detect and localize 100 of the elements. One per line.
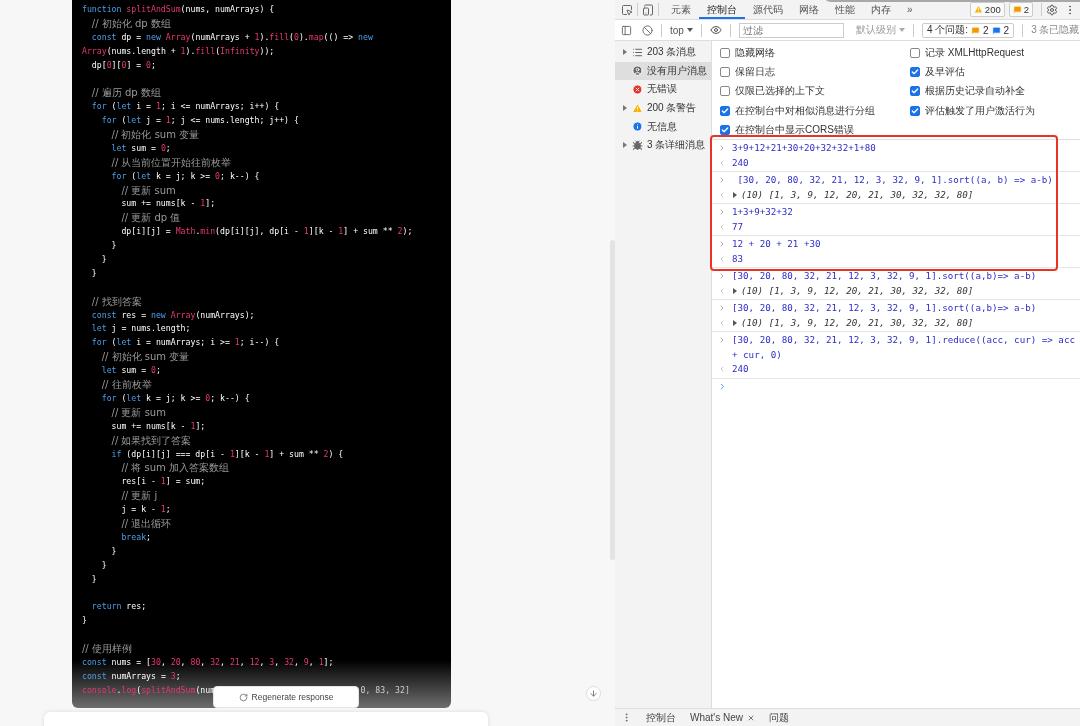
settings-icon[interactable] — [1046, 3, 1058, 16]
checkbox[interactable] — [720, 67, 730, 78]
issue-icon — [971, 25, 981, 35]
code-line: for (let k = j; k >= 0; k--) { — [101, 391, 250, 405]
devtools-tab[interactable]: 源代码 — [745, 0, 791, 19]
console-result: 83 — [732, 251, 744, 266]
result-icon — [718, 254, 726, 263]
code-comment: // 将 sum 加入答案数组 — [121, 461, 229, 476]
device-icon[interactable] — [642, 3, 654, 16]
code-comment: // 更新 j — [121, 489, 158, 504]
code-line: let sum = 0; — [101, 364, 161, 378]
console-result[interactable]: (10) [1, 3, 9, 12, 20, 21, 30, 32, 32, 80] — [732, 315, 974, 330]
console-result: 240 — [732, 362, 749, 376]
code-line: dp[i][j] = Math.min(dp[i][j], dp[i - 1][k - 1] + sum ** 2); — [121, 225, 413, 239]
checkbox[interactable] — [910, 86, 920, 97]
devtools-tab[interactable]: 元素 — [663, 0, 699, 19]
checkbox[interactable] — [910, 105, 920, 116]
hidden-count: 3 条已隐藏 — [1031, 23, 1080, 37]
devtools-tab[interactable]: 性能 — [827, 0, 863, 19]
code-line: } — [91, 572, 97, 586]
code-line: } — [101, 558, 107, 572]
code-line: for (let i = numArrays; i >= 1; i--) { — [91, 336, 280, 350]
expand-icon[interactable] — [732, 287, 738, 294]
expand-icon[interactable] — [732, 191, 738, 198]
result-icon — [718, 158, 726, 167]
expand-icon[interactable] — [732, 319, 738, 326]
refresh-icon — [238, 692, 248, 702]
sidebar-item[interactable]: 203 条消息 — [615, 43, 711, 62]
code-line: sum += nums[k - 1]; — [121, 197, 216, 211]
expand-icon — [622, 142, 628, 149]
code-line: const numArrays = 3; — [82, 669, 181, 683]
filter-field[interactable]: 过滤 — [738, 22, 844, 38]
context-select[interactable]: top — [670, 24, 693, 36]
sidebar-item[interactable]: 无信息 — [615, 117, 711, 136]
checkbox[interactable] — [720, 47, 730, 58]
console-result[interactable]: (10) [1, 3, 9, 12, 20, 21, 30, 32, 32, 80] — [732, 187, 974, 202]
issue-icon — [1012, 5, 1022, 14]
message-icon — [991, 25, 1001, 35]
close-icon[interactable] — [747, 713, 756, 722]
result-icon — [718, 365, 726, 373]
clear-console-icon[interactable] — [642, 24, 653, 36]
code-line: const res = new Array(numArrays); — [91, 308, 255, 322]
console-command: [30, 20, 80, 32, 21, 12, 3, 32, 9, 1].reduce((acc, cur) => acc + cur, 0) — [732, 333, 1076, 362]
eye-icon[interactable] — [709, 24, 722, 36]
issues-button[interactable]: 4 个问题: 2 2 — [921, 22, 1015, 38]
drawer-tab[interactable]: 控制台 — [646, 710, 676, 725]
code-comment: // 初始化 sum 变量 — [111, 128, 200, 142]
input-prompt-icon — [718, 272, 726, 280]
code-line: const dp = new Array(numArrays + 1).fill(0).map(() => new — [91, 30, 373, 44]
sidebar-item[interactable]: 3 条详细消息 — [615, 135, 711, 155]
code-comment: // 遍历 dp 数组 — [91, 86, 161, 101]
regenerate-button[interactable]: Regenerate response — [213, 686, 359, 708]
sidebar-item[interactable]: 200 条警告 — [615, 98, 711, 118]
code-line: for (let k = j; k >= 0; k--) { — [111, 169, 260, 183]
list-icon — [632, 46, 643, 58]
scroll-down-button[interactable] — [586, 686, 601, 701]
console-command: [30, 20, 80, 32, 21, 12, 3, 32, 9, 1].sort((a,b)=> a-b) — [732, 301, 1038, 315]
code-line: for (let i = 1; i <= numArrays; i++) { — [91, 100, 280, 114]
checkbox[interactable] — [910, 47, 920, 58]
code-line: } — [111, 239, 117, 253]
input-prompt-icon — [718, 208, 726, 216]
setting-label: 根据历史记录自动补全 — [925, 84, 1025, 99]
warning-icon — [632, 102, 643, 114]
console-command: 3+9+12+21+30+20+32+32+1+80 — [732, 141, 877, 155]
sidebar-toggle-icon[interactable] — [621, 24, 632, 36]
code-comment: // 更新 sum — [111, 405, 166, 420]
code-comment: // 从当前位置开始往前枚举 — [111, 155, 232, 170]
setting-label: 保留日志 — [735, 65, 775, 80]
inspect-icon[interactable] — [621, 3, 633, 16]
checkbox[interactable] — [720, 86, 730, 97]
code-line: for (let j = 1; j <= nums.length; j++) { — [101, 114, 299, 128]
setting-label: 隐藏网络 — [735, 45, 775, 60]
drawer-tab[interactable]: What's New — [690, 712, 756, 723]
setting-label: 及早评估 — [925, 65, 965, 80]
console-result[interactable]: (10) [1, 3, 9, 12, 20, 21, 30, 32, 32, 80] — [732, 283, 974, 298]
more-tabs-button[interactable]: » — [899, 0, 921, 19]
sidebar-item[interactable]: 无错误 — [615, 80, 711, 99]
devtools-tab[interactable]: 网络 — [791, 0, 827, 19]
input-prompt-icon — [718, 304, 726, 312]
warning-badge[interactable]: 200 — [969, 2, 1005, 17]
code-line: return res; — [91, 600, 147, 614]
console-command: [30, 20, 80, 32, 21, 12, 3, 32, 9, 1].sort((a, b) => a-b) — [736, 173, 1054, 187]
sidebar-item[interactable]: 没有用户消息 — [615, 61, 711, 81]
code-line: break; — [121, 530, 151, 544]
devtools-tab[interactable]: 内存 — [863, 0, 899, 19]
code-line: if (dp[i][j] === dp[i - 1][k - 1] + sum ** 2) { — [111, 447, 344, 461]
console-result: 240 — [732, 155, 749, 170]
issue-badge[interactable]: 2 — [1008, 2, 1033, 17]
drawer-tab[interactable]: 问题 — [769, 710, 790, 725]
result-icon — [718, 222, 726, 231]
devtools-tab[interactable]: 控制台 — [699, 0, 745, 19]
checkbox[interactable] — [720, 105, 730, 116]
code-comment: // 往前枚举 — [101, 378, 152, 392]
code-comment: // 初始化 sum 变量 — [101, 350, 190, 365]
setting-label: 在控制台中显示CORS错误 — [735, 123, 854, 138]
checkbox[interactable] — [910, 67, 920, 78]
caret-icon — [898, 27, 905, 33]
code-comment: // 如果找到了答案 — [111, 433, 192, 448]
checkbox[interactable] — [720, 125, 730, 136]
input-prompt-icon — [718, 336, 726, 344]
